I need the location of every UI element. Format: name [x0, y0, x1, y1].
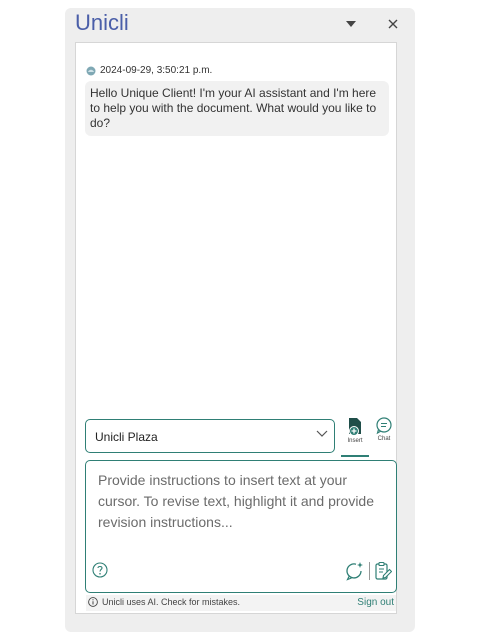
ai-disclaimer: Unicli uses AI. Check for mistakes. [88, 597, 240, 607]
ai-disclaimer-text: Unicli uses AI. Check for mistakes. [102, 597, 241, 607]
prompt-input[interactable]: Provide instructions to insert text at y… [85, 460, 397, 593]
pane-header: Unicli [65, 8, 415, 42]
chat-mode-button[interactable]: Chat [370, 417, 398, 457]
chat-bubble-icon [376, 417, 392, 435]
close-icon [388, 19, 398, 29]
insert-mode-label: Insert [347, 438, 363, 444]
chat-mode-label: Chat [377, 436, 391, 442]
sign-out-link[interactable]: Sign out [357, 597, 394, 608]
help-button[interactable] [92, 562, 108, 583]
message-meta: 2024-09-29, 3:50:21 p.m. [86, 65, 212, 76]
close-button[interactable] [383, 14, 403, 34]
task-pane: Unicli 2024-09-29, 3:50:21 p.m. Hello Un… [65, 8, 415, 632]
generate-button[interactable] [345, 561, 365, 581]
help-icon [92, 562, 108, 578]
caret-down-icon [346, 21, 356, 27]
source-select[interactable]: Unicli Plaza [85, 419, 335, 453]
assistant-message: Hello Unique Client! I'm your AI assista… [85, 81, 389, 136]
clipboard-edit-icon [375, 561, 392, 580]
message-timestamp: 2024-09-29, 3:50:21 p.m. [100, 65, 213, 76]
chat-content: 2024-09-29, 3:50:21 p.m. Hello Unique Cl… [75, 42, 397, 614]
info-icon [88, 597, 98, 607]
pane-title: Unicli [75, 10, 129, 35]
chevron-down-icon [316, 430, 328, 437]
assistant-avatar-icon [86, 66, 96, 75]
source-select-value: Unicli Plaza [95, 430, 158, 444]
prompt-placeholder: Provide instructions to insert text at y… [98, 472, 375, 530]
insert-document-icon [349, 418, 361, 436]
tool-separator [369, 562, 370, 580]
footer-bar: Unicli uses AI. Check for mistakes. Sign… [86, 595, 396, 611]
prompt-tools [345, 561, 392, 581]
clipboard-button[interactable] [374, 561, 392, 581]
sparkle-chat-icon [346, 562, 363, 581]
insert-mode-button[interactable]: Insert [341, 417, 369, 457]
pane-options-button[interactable] [341, 14, 361, 34]
